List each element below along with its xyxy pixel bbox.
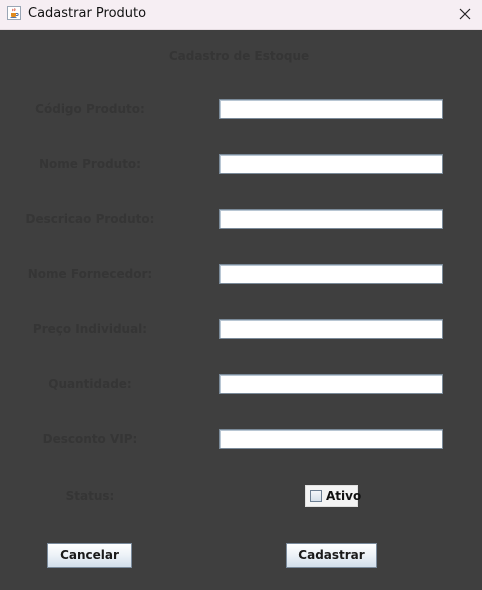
desconto-vip-label: Desconto VIP: — [42, 432, 138, 446]
close-button[interactable] — [454, 3, 476, 25]
cancel-button[interactable]: Cancelar — [47, 543, 132, 568]
nome-produto-input[interactable] — [219, 154, 443, 174]
quantidade-input[interactable] — [219, 374, 443, 394]
window-title: Cadastrar Produto — [28, 6, 147, 21]
nome-produto-label: Nome Produto: — [39, 157, 141, 171]
form-heading: Cadastro de Estoque — [168, 49, 310, 63]
codigo-produto-input[interactable] — [219, 99, 443, 119]
preco-individual-label: Preço Individual: — [32, 322, 148, 336]
submit-button[interactable]: Cadastrar — [286, 543, 377, 568]
desconto-vip-input[interactable] — [219, 429, 443, 449]
nome-fornecedor-input[interactable] — [219, 264, 443, 284]
nome-fornecedor-label: Nome Fornecedor: — [27, 267, 153, 281]
descricao-produto-label: Descricao Produto: — [25, 212, 155, 226]
checkbox-box[interactable] — [310, 490, 322, 502]
java-cup-icon — [7, 6, 21, 20]
ativo-checkbox-label[interactable]: Ativo — [326, 489, 361, 503]
title-bar: Cadastrar Produto — [0, 0, 482, 30]
preco-individual-input[interactable] — [219, 319, 443, 339]
descricao-produto-input[interactable] — [219, 209, 443, 229]
ativo-checkbox[interactable]: Ativo — [305, 485, 361, 507]
quantidade-label: Quantidade: — [48, 377, 132, 391]
codigo-produto-label: Código Produto: — [35, 102, 145, 116]
close-icon — [459, 8, 471, 20]
status-label: Status: — [65, 489, 115, 503]
cadastrar-produto-window: Cadastrar Produto Cadastro de Estoque Có… — [0, 0, 482, 590]
